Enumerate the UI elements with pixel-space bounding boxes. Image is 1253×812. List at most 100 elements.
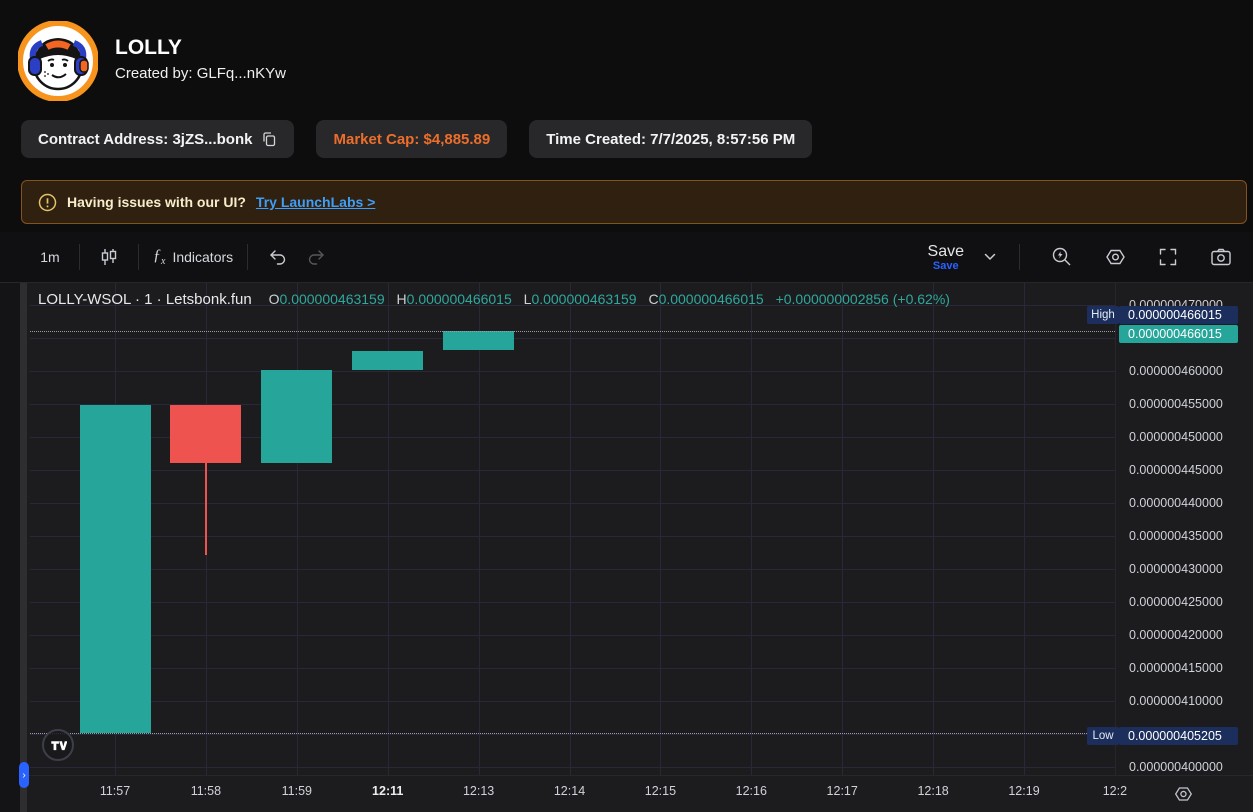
quick-search-button[interactable] — [1042, 240, 1082, 274]
high-badge: High — [1087, 306, 1119, 324]
chart-area: LOLLY-WSOL · 1 · Letsbonk.fun O0.0000004… — [0, 283, 1253, 812]
chevron-down-icon — [984, 253, 996, 261]
high-price-line — [30, 331, 1115, 332]
toolbar-splitter[interactable] — [20, 283, 27, 812]
time-axis-settings-button[interactable] — [1172, 783, 1194, 805]
price-tick-label: 0.000000450000 — [1129, 429, 1223, 445]
grid-line-horizontal — [30, 668, 1115, 669]
grid-line-horizontal — [30, 767, 1115, 768]
save-label: Save — [928, 243, 964, 260]
time-tick-label: 11:57 — [100, 784, 130, 798]
price-tick-label: 0.000000430000 — [1129, 561, 1223, 577]
current-price-tag: 0.000000466015 — [1119, 325, 1238, 343]
legend-close-label: C — [648, 291, 658, 307]
snapshot-button[interactable] — [1201, 240, 1241, 274]
info-pills: Contract Address: 3jZS...bonk Market Cap… — [21, 120, 812, 158]
copy-icon[interactable] — [261, 131, 277, 147]
fullscreen-button[interactable] — [1148, 240, 1188, 274]
time-tick-label: 12:14 — [554, 784, 585, 798]
price-tick-label: 0.000000440000 — [1129, 495, 1223, 511]
price-tick-label: 0.000000420000 — [1129, 627, 1223, 643]
toolbar-left: 1m ƒx Indicators — [30, 240, 337, 274]
candlestick-icon — [99, 247, 119, 267]
fullscreen-icon — [1157, 246, 1179, 268]
grid-line-horizontal — [30, 470, 1115, 471]
time-axis[interactable]: 11:5711:5811:5912:1112:1312:1412:1512:16… — [0, 775, 1253, 812]
market-cap-label: Market Cap: $4,885.89 — [333, 131, 490, 148]
low-price-line — [30, 733, 1115, 734]
save-sub-label: Save — [933, 260, 959, 272]
grid-line-horizontal — [30, 635, 1115, 636]
plot-region[interactable]: LOLLY-WSOL · 1 · Letsbonk.fun O0.0000004… — [30, 283, 1115, 775]
grid-line-horizontal — [30, 701, 1115, 702]
save-menu-button[interactable] — [970, 240, 1010, 274]
launchlabs-link[interactable]: Try LaunchLabs > — [256, 194, 375, 210]
drawing-toolbar-rail — [0, 283, 20, 812]
price-tick-label: 0.000000425000 — [1129, 594, 1223, 610]
legend-change: +0.000000002856 (+0.62%) — [776, 291, 950, 307]
low-badge: Low — [1087, 727, 1119, 745]
redo-icon — [307, 248, 327, 266]
grid-line-horizontal — [30, 338, 1115, 339]
token-creator: Created by: GLFq...nKYw — [115, 65, 286, 82]
warning-message: Having issues with our UI? — [67, 194, 246, 210]
price-tick-label: 0.000000435000 — [1129, 528, 1223, 544]
indicators-button[interactable]: ƒx Indicators — [148, 240, 238, 274]
grid-line-horizontal — [30, 569, 1115, 570]
undo-icon — [267, 248, 287, 266]
toolbar-separator — [1019, 244, 1020, 270]
save-button[interactable]: Save Save — [928, 243, 964, 272]
expand-toolbar-handle[interactable]: › — [19, 762, 29, 788]
low-price-tag: 0.000000405205 — [1119, 727, 1238, 745]
legend-high-label: H — [397, 291, 407, 307]
time-created-pill: Time Created: 7/7/2025, 8:57:56 PM — [529, 120, 812, 158]
price-axis[interactable]: 0.000000466015 0.000000466015 0.00000040… — [1115, 283, 1253, 775]
legend-low-value: 0.000000463159 — [531, 291, 636, 307]
tradingview-logo[interactable] — [42, 729, 74, 761]
legend-close-value: 0.000000466015 — [659, 291, 764, 307]
camera-icon — [1209, 246, 1233, 268]
grid-line-horizontal — [30, 503, 1115, 504]
chart-toolbar: 1m ƒx Indicators — [0, 232, 1253, 283]
time-tick-label: 12:15 — [645, 784, 676, 798]
toolbar-right: Save Save — [928, 240, 1241, 274]
price-tick-label: 0.000000445000 — [1129, 462, 1223, 478]
token-avatar — [18, 21, 98, 101]
candle-body — [352, 351, 423, 370]
chart-settings-button[interactable] — [1095, 240, 1135, 274]
chart-widget: 1m ƒx Indicators — [0, 232, 1253, 812]
toolbar-separator — [247, 244, 248, 270]
warning-icon — [38, 193, 57, 212]
legend-high-value: 0.000000466015 — [407, 291, 512, 307]
interval-button[interactable]: 1m — [30, 240, 70, 274]
indicators-label: Indicators — [172, 249, 233, 265]
price-tick-label: 0.000000455000 — [1129, 396, 1223, 412]
grid-line-horizontal — [30, 734, 1115, 735]
chevron-right-icon: › — [22, 770, 25, 781]
gear-icon — [1103, 245, 1127, 269]
time-created-label: Time Created: 7/7/2025, 8:57:56 PM — [546, 131, 795, 148]
candle-body — [261, 370, 332, 463]
candle-body — [80, 405, 151, 732]
price-tick-label: 0.000000460000 — [1129, 363, 1223, 379]
price-tick-label: 0.000000400000 — [1129, 759, 1223, 775]
price-tick-label: 0.000000415000 — [1129, 660, 1223, 676]
toolbar-separator — [79, 244, 80, 270]
time-tick-label: 12:18 — [917, 784, 948, 798]
chart-style-button[interactable] — [89, 240, 129, 274]
contract-address-pill[interactable]: Contract Address: 3jZS...bonk — [21, 120, 294, 158]
grid-line-horizontal — [30, 536, 1115, 537]
time-tick-label: 12:16 — [736, 784, 767, 798]
candle-body — [170, 405, 241, 462]
market-cap-pill: Market Cap: $4,885.89 — [316, 120, 507, 158]
redo-button[interactable] — [297, 240, 337, 274]
grid-line-horizontal — [30, 602, 1115, 603]
grid-line-horizontal — [30, 371, 1115, 372]
chart-legend: LOLLY-WSOL · 1 · Letsbonk.fun O0.0000004… — [38, 291, 950, 308]
price-tick-label: 0.000000410000 — [1129, 693, 1223, 709]
fx-icon: ƒx — [153, 247, 165, 267]
time-tick-label: 12:17 — [827, 784, 858, 798]
legend-open-value: 0.000000463159 — [280, 291, 385, 307]
undo-button[interactable] — [257, 240, 297, 274]
legend-open-label: O — [269, 291, 280, 307]
